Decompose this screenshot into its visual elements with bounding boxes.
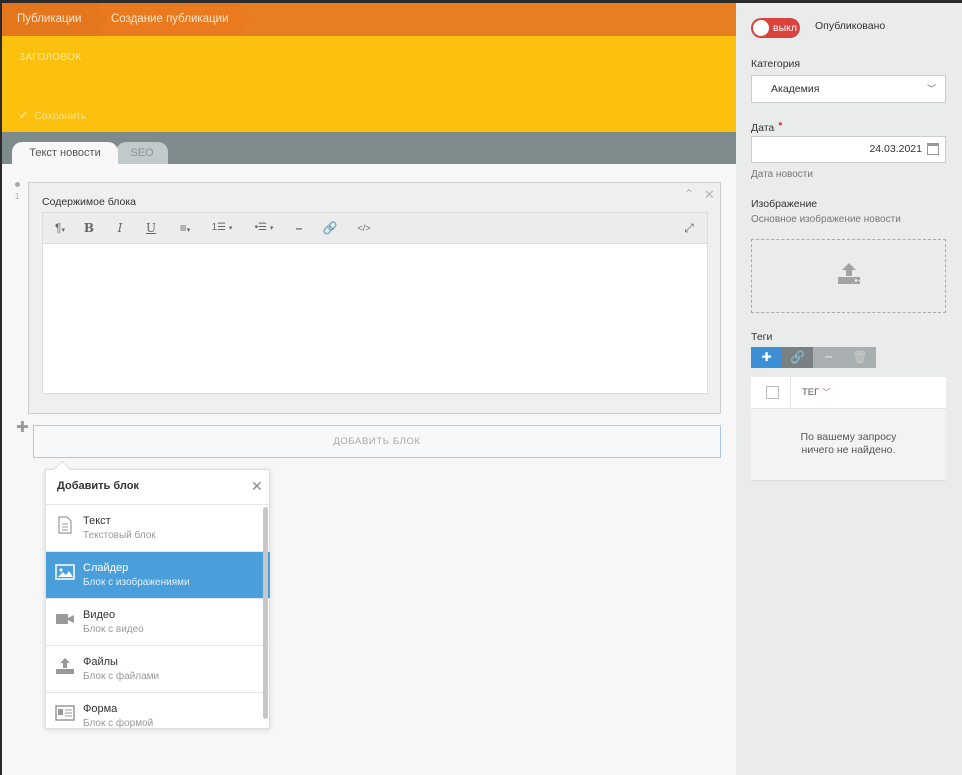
category-label: Категория bbox=[751, 58, 801, 70]
block-type-slider[interactable]: Слайдер Блок с изображениями bbox=[46, 552, 270, 599]
close-icon[interactable]: ✕ bbox=[704, 187, 715, 203]
category-value: Академия bbox=[771, 83, 820, 95]
select-all-checkbox[interactable] bbox=[766, 386, 779, 399]
date-hint: Дата новости bbox=[751, 169, 813, 180]
remove-tag-button[interactable]: ━ bbox=[813, 347, 844, 368]
ordered-list-icon[interactable]: 1☰ ▾ bbox=[207, 213, 237, 243]
breadcrumb-item-publications[interactable]: Публикации bbox=[2, 3, 97, 36]
block-title: Содержимое блока bbox=[42, 196, 136, 208]
block-type-files[interactable]: Файлы Блок с файлами bbox=[46, 646, 270, 693]
required-indicator: • bbox=[778, 117, 783, 131]
column-divider bbox=[790, 377, 791, 409]
block-type-desc: Текстовый блок bbox=[83, 530, 156, 541]
tags-label: Теги bbox=[751, 331, 773, 343]
paragraph-icon[interactable]: ¶▾ bbox=[49, 213, 71, 243]
image-hint: Основное изображение новости bbox=[751, 214, 901, 225]
fullscreen-icon[interactable]: ⤢ bbox=[679, 213, 699, 243]
title-input[interactable]: ЗАГОЛОВОК bbox=[19, 52, 81, 63]
tag-column-header[interactable]: ТЕГ ﹀ bbox=[802, 387, 830, 398]
unordered-list-icon[interactable]: •☰ ▾ bbox=[249, 213, 279, 243]
document-icon bbox=[58, 516, 72, 534]
image-label: Изображение bbox=[751, 198, 818, 210]
align-icon[interactable]: ≡▾ bbox=[173, 213, 197, 243]
link-icon[interactable]: 🔗 bbox=[319, 213, 341, 243]
video-icon bbox=[56, 614, 74, 624]
tag-column-label: ТЕГ bbox=[802, 387, 820, 398]
breadcrumb-item-create: Создание публикации bbox=[97, 3, 240, 36]
toggle-label: выкл bbox=[773, 22, 797, 34]
tags-table-header: ТЕГ ﹀ bbox=[751, 377, 946, 409]
upload-icon bbox=[838, 263, 860, 284]
save-label: Сохранить bbox=[34, 109, 87, 122]
add-block-popup: Добавить блок ✕ Текст Текстовый блок Сла… bbox=[45, 460, 270, 729]
block-type-name: Текст bbox=[83, 515, 111, 527]
calendar-icon[interactable] bbox=[927, 143, 939, 155]
block-type-desc: Блок с формой bbox=[83, 718, 154, 729]
drag-handle[interactable] bbox=[15, 182, 20, 187]
check-icon: ✔ bbox=[19, 110, 29, 122]
block-type-desc: Блок с видео bbox=[83, 624, 144, 635]
right-sidebar: выкл Опубликовано Категория Академия ﹀ Д… bbox=[736, 3, 962, 775]
sort-chevron-icon: ﹀ bbox=[822, 388, 831, 397]
block-type-name: Слайдер bbox=[83, 562, 129, 574]
add-tag-button[interactable]: ✚ bbox=[751, 347, 782, 368]
tab-news-text[interactable]: Текст новости bbox=[12, 142, 118, 164]
block-type-text[interactable]: Текст Текстовый блок bbox=[46, 505, 270, 552]
horizontal-rule-icon[interactable]: – bbox=[289, 213, 309, 243]
date-value: 24.03.2021 bbox=[869, 143, 922, 155]
link-icon[interactable]: 🔗 bbox=[782, 347, 813, 368]
chevron-down-icon: ﹀ bbox=[926, 84, 936, 94]
block-type-name: Файлы bbox=[83, 656, 118, 668]
category-select[interactable]: Академия ﹀ bbox=[751, 75, 946, 103]
empty-message: По вашему запросу ничего не найдено. bbox=[751, 431, 946, 457]
italic-icon[interactable]: I bbox=[110, 213, 130, 243]
published-label: Опубликовано bbox=[815, 20, 886, 32]
block-type-form[interactable]: Форма Блок с формой bbox=[46, 693, 270, 729]
block-type-name: Видео bbox=[83, 609, 116, 621]
empty-message-line: ничего не найдено. bbox=[801, 444, 896, 456]
save-button[interactable]: ✔ Сохранить bbox=[19, 109, 87, 123]
block-type-list: Текст Текстовый блок Слайдер Блок с изоб… bbox=[46, 504, 270, 729]
row-number: 1 bbox=[15, 192, 20, 201]
image-upload-area[interactable] bbox=[751, 239, 946, 313]
popup-scrollbar[interactable] bbox=[263, 507, 268, 719]
text-editor[interactable] bbox=[42, 243, 708, 394]
upload-icon bbox=[56, 658, 74, 674]
breadcrumb-separator bbox=[240, 3, 250, 35]
empty-message-line: По вашему запросу bbox=[800, 431, 897, 443]
tabs-bar: SEO Текст новости bbox=[2, 132, 736, 164]
breadcrumb: Публикации Создание публикации bbox=[2, 3, 736, 36]
popup-title: Добавить блок bbox=[57, 480, 139, 492]
bold-icon[interactable]: B bbox=[79, 213, 99, 243]
tag-toolbar: ✚ 🔗 ━ 🗑 bbox=[751, 347, 876, 368]
close-icon[interactable]: ✕ bbox=[251, 478, 263, 495]
code-icon[interactable]: </> bbox=[352, 213, 376, 243]
block-type-desc: Блок с изображениями bbox=[83, 577, 190, 588]
breadcrumb-separator bbox=[97, 3, 107, 35]
block-type-name: Форма bbox=[83, 703, 118, 715]
date-field[interactable]: 24.03.2021 bbox=[751, 136, 946, 163]
date-label-text: Дата bbox=[751, 122, 775, 134]
underline-icon[interactable]: U bbox=[141, 213, 161, 243]
add-block-button[interactable]: ДОБАВИТЬ БЛОК bbox=[33, 425, 721, 458]
form-icon bbox=[55, 705, 75, 721]
editor-toolbar: ¶▾ B I U ≡▾ 1☰ ▾ •☰ ▾ – 🔗 </> ⤢ bbox=[42, 212, 708, 244]
block-type-desc: Блок с файлами bbox=[83, 671, 160, 682]
trash-icon[interactable]: 🗑 bbox=[844, 347, 876, 368]
block-type-video[interactable]: Видео Блок с видео bbox=[46, 599, 270, 646]
date-label: Дата • bbox=[751, 117, 783, 134]
image-icon bbox=[55, 564, 75, 580]
tags-table: ТЕГ ﹀ По вашему запросу ничего не найдено… bbox=[751, 377, 946, 481]
page-header: ЗАГОЛОВОК ✔ Сохранить bbox=[2, 36, 736, 132]
content-block: Содержимое блока ⌃ ✕ ¶▾ B I U ≡▾ 1☰ ▾ •☰… bbox=[28, 182, 721, 414]
plus-icon[interactable]: ✚ bbox=[16, 418, 29, 436]
toggle-knob bbox=[753, 20, 769, 36]
chevron-up-icon[interactable]: ⌃ bbox=[684, 187, 694, 201]
popup-arrow bbox=[53, 460, 71, 478]
tab-seo[interactable]: SEO bbox=[116, 142, 168, 164]
publish-toggle[interactable]: выкл bbox=[751, 18, 800, 38]
